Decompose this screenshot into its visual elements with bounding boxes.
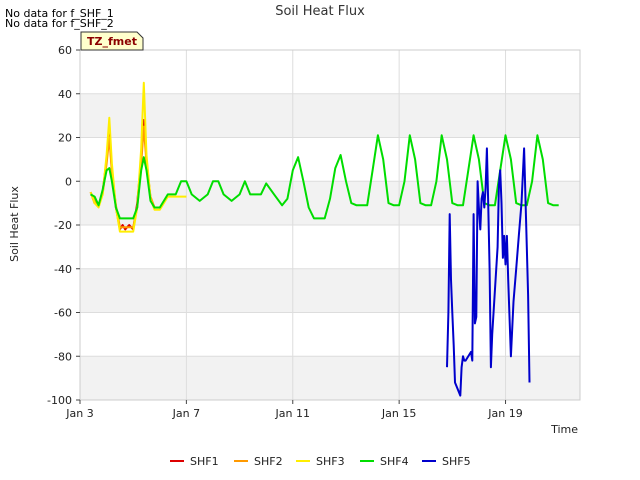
x-tick-label: Jan 3 <box>65 407 93 420</box>
x-tick-label: Jan 7 <box>172 407 200 420</box>
legend-label-shf1: SHF1 <box>190 455 219 468</box>
y-tick-label: 40 <box>58 88 72 101</box>
soil-heat-flux-chart: Soil Heat Flux -100 -80 -60 -40 -20 0 20 40 60 J… <box>8 4 581 468</box>
x-tick-label: Jan 19 <box>487 407 522 420</box>
tz-badge-label: TZ_fmet <box>87 35 137 48</box>
plot-band <box>80 181 580 225</box>
legend-label-shf5: SHF5 <box>442 455 471 468</box>
y-tick-label: 20 <box>58 132 72 145</box>
x-axis-title: Time <box>550 423 578 436</box>
plot-band <box>80 93 580 138</box>
y-tick-label: -60 <box>54 307 72 320</box>
legend-label-shf2: SHF2 <box>254 455 283 468</box>
y-tick-label: 60 <box>58 44 72 57</box>
y-tick-label: -40 <box>54 263 72 276</box>
y-axis-ticks: -100 -80 -60 -40 -20 0 20 40 60 <box>47 44 80 407</box>
y-tick-label: -100 <box>47 394 72 407</box>
legend-label-shf4: SHF4 <box>380 455 409 468</box>
y-axis-title: Soil Heat Flux <box>8 186 21 262</box>
y-tick-label: -80 <box>54 350 72 363</box>
x-axis-ticks: Jan 3 Jan 7 Jan 11 Jan 15 Jan 19 <box>65 400 523 420</box>
legend: SHF1 SHF2 SHF3 SHF4 SHF5 <box>170 455 471 468</box>
y-tick-label: 0 <box>65 175 72 188</box>
x-tick-label: Jan 15 <box>381 407 416 420</box>
legend-label-shf3: SHF3 <box>316 455 345 468</box>
plot-band <box>80 356 580 400</box>
y-tick-label: -20 <box>54 219 72 232</box>
plot-band <box>80 268 580 313</box>
chart-title: Soil Heat Flux <box>275 4 365 19</box>
x-tick-label: Jan 11 <box>275 407 310 420</box>
tz-badge: TZ_fmet <box>80 31 144 51</box>
